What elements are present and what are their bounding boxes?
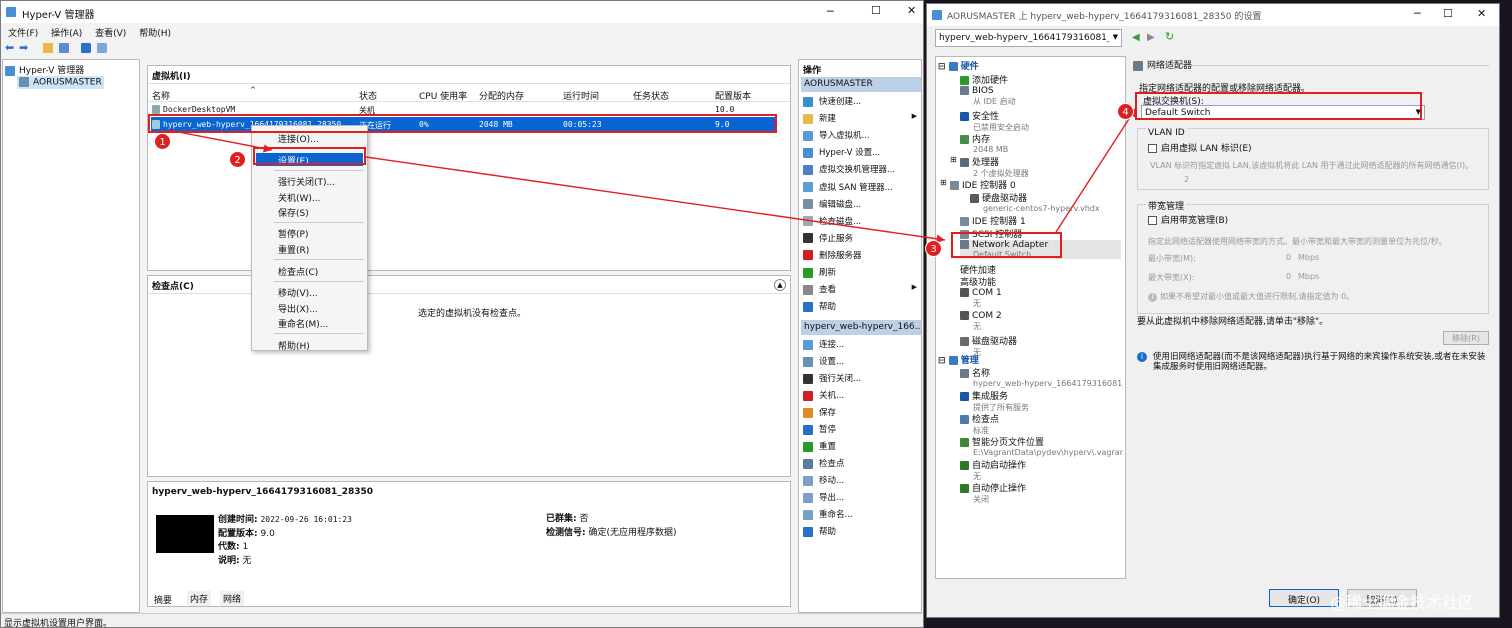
highlight-virtual-switch	[1135, 92, 1422, 120]
step-badge-2: 2	[229, 151, 246, 168]
step-badge-1: 1	[154, 133, 171, 150]
arrow-3-to-4	[1055, 107, 1137, 233]
watermark: @稀土掘金技术社区	[1330, 593, 1475, 612]
highlight-vm-row	[148, 114, 777, 133]
step-badge-4: 4	[1117, 103, 1134, 120]
highlight-settings-item	[253, 147, 366, 165]
step-badge-3: 3	[925, 240, 942, 257]
highlight-network-adapter	[951, 232, 1062, 258]
arrow-2-to-3	[365, 156, 946, 243]
